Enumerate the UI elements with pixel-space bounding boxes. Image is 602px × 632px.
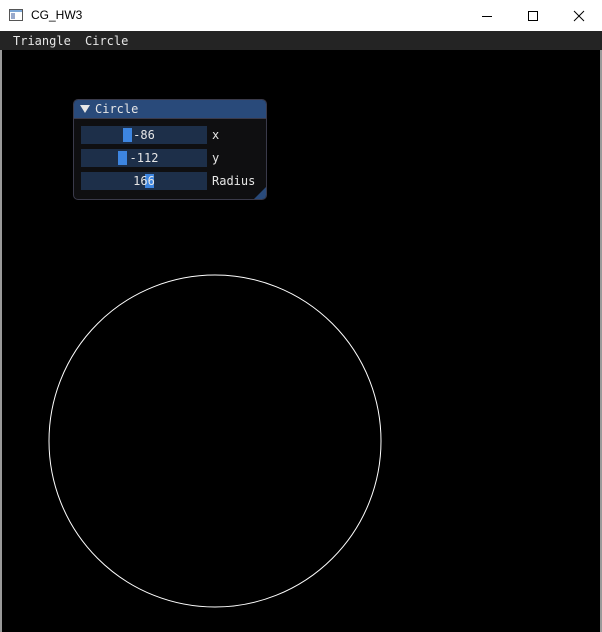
radius-slider-label: Radius [212,174,256,188]
window-titlebar[interactable]: CG_HW3 [0,0,602,32]
minimize-button[interactable] [464,0,510,31]
radius-slider[interactable]: 166 [81,172,207,190]
y-slider-label: y [212,151,220,165]
drawn-circle [48,274,382,608]
close-icon [573,10,585,21]
maximize-button[interactable] [510,0,556,31]
menu-triangle[interactable]: Triangle [13,34,71,48]
window-title: CG_HW3 [31,8,83,22]
y-slider-row: -112 y [81,149,261,167]
y-slider[interactable]: -112 [81,149,207,167]
x-slider-label: x [212,128,220,142]
radius-slider-value: 166 [133,174,155,188]
x-slider-row: -86 x [81,126,261,144]
collapse-arrow-icon[interactable] [80,104,90,114]
main-menubar: Triangle Circle [0,31,602,50]
panel-titlebar[interactable]: Circle [74,100,266,119]
close-button[interactable] [556,0,602,31]
minimize-icon [482,15,492,17]
app-icon [9,9,23,21]
maximize-icon [528,10,538,21]
circle-panel: Circle -86 x -112 y 166 Radius [73,99,267,200]
y-slider-value: -112 [129,151,159,165]
x-slider-value: -86 [133,128,155,142]
resize-grip-icon[interactable] [254,187,266,199]
radius-slider-row: 166 Radius [81,172,261,190]
panel-title: Circle [95,102,139,116]
x-slider[interactable]: -86 [81,126,207,144]
menu-circle[interactable]: Circle [85,34,128,48]
